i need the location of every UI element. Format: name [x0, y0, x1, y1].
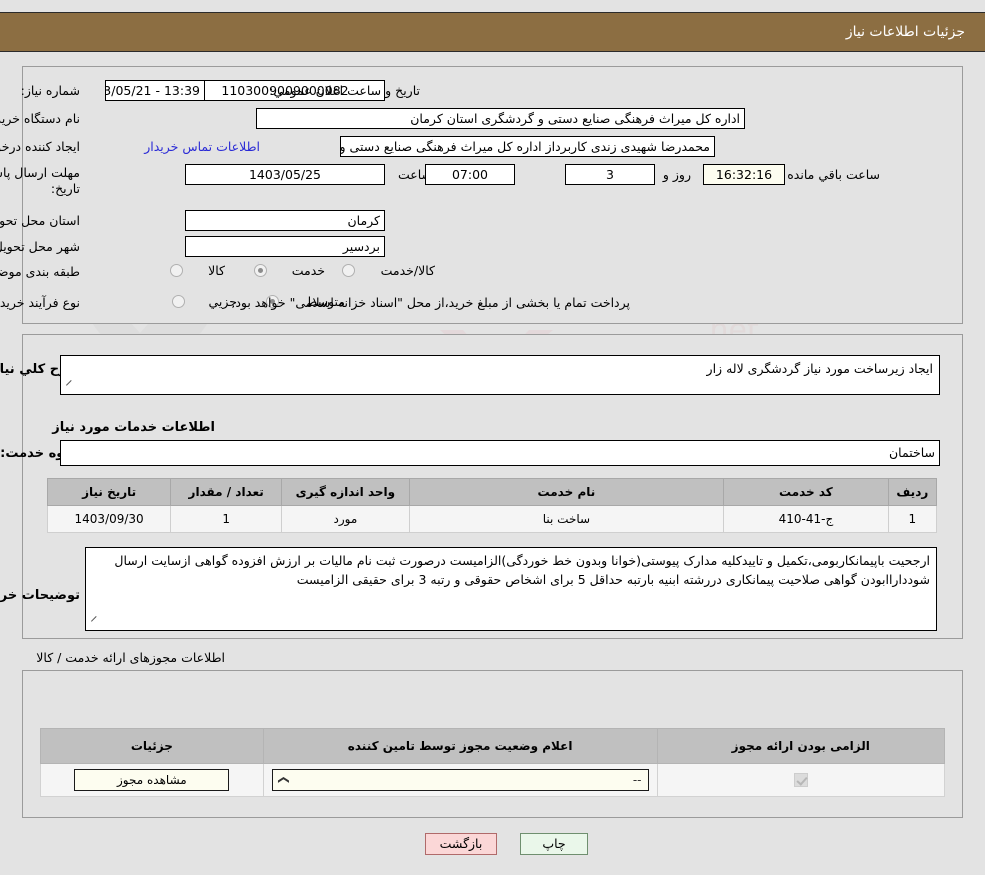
announcement-date-value: 13:39 - 1403/05/21: [105, 80, 205, 101]
td-unit: مورد: [281, 505, 410, 533]
radio-category-service-label: خدمت: [291, 263, 325, 278]
license-status-value: --: [632, 773, 642, 787]
td-status: ❯ --: [262, 763, 658, 797]
remaining-days-value: 3: [565, 164, 655, 185]
services-table-header-row: ردیف کد خدمت نام خدمت واحد اندازه گیری ت…: [46, 478, 938, 506]
th-status: اعلام وضعیت مجوز توسط تامین کننده: [262, 728, 658, 764]
th-unit: واحد اندازه گیری: [281, 478, 410, 506]
resize-grip-icon[interactable]: [89, 619, 99, 629]
subject-category-label: طبقه بندی موضوعی:: [0, 264, 80, 279]
th-required: الزامی بودن ارائه مجوز: [656, 728, 946, 764]
radio-category-goods[interactable]: [170, 264, 183, 277]
radio-category-service[interactable]: [254, 264, 267, 277]
requester-value: محمدرضا شهیدی زندی کاربرداز اداره کل میر…: [340, 136, 715, 157]
delivery-province-value: کرمان: [185, 210, 385, 231]
buyer-remarks-label: توضیحات خریدار:: [0, 588, 80, 603]
td-name: ساخت بنا: [408, 505, 725, 533]
delivery-city-value: بردسیر: [185, 236, 385, 257]
remaining-timer-value: 16:32:16: [703, 164, 785, 185]
td-row: 1: [887, 505, 938, 533]
th-details: جزئیات: [40, 728, 264, 764]
td-code: ج-41-410: [723, 505, 889, 533]
resize-grip-icon[interactable]: [64, 383, 74, 393]
days-label: روز و: [662, 167, 691, 182]
radio-category-goods-label: کالا: [208, 263, 225, 278]
summary-value: ایجاد زیرساخت مورد نیاز گردشگری لاله زار: [706, 361, 933, 376]
chevron-down-icon: ❯: [277, 775, 291, 785]
th-date: تاریخ نیاز: [46, 478, 172, 506]
buyer-organisation-value: اداره کل میراث فرهنگی صنایع دستی و گردشگ…: [256, 108, 745, 129]
licenses-table-header-row: الزامی بودن ارائه مجوز اعلام وضعیت مجوز …: [40, 728, 946, 764]
announcement-date-label: تاریخ و ساعت اعلان عمومي:: [269, 83, 420, 98]
remaining-hours-label: ساعت باقي مانده: [787, 167, 880, 182]
page-title: جزئیات اطلاعات نیاز: [845, 24, 965, 40]
licenses-heading: اطلاعات مجوزهای ارائه خدمت / کالا: [36, 650, 225, 665]
view-license-button[interactable]: مشاهده مجوز: [74, 769, 230, 791]
service-group-value: ساختمان: [60, 440, 940, 466]
buyer-contact-link[interactable]: اطلاعات تماس خریدار: [144, 139, 260, 154]
delivery-province-label: استان محل تحویل:: [0, 213, 80, 228]
td-qty: 1: [170, 505, 283, 533]
td-details: مشاهده مجوز: [40, 763, 264, 797]
summary-textarea[interactable]: ایجاد زیرساخت مورد نیاز گردشگری لاله زار: [60, 355, 940, 395]
services-table: ردیف کد خدمت نام خدمت واحد اندازه گیری ت…: [46, 478, 938, 533]
deadline-label-line2: تاریخ:: [50, 181, 80, 196]
purchase-process-label: نوع فرآیند خرید :: [0, 295, 80, 310]
table-row: 1 ج-41-410 ساخت بنا مورد 1 1403/09/30: [46, 505, 938, 533]
back-button[interactable]: بازگشت: [425, 833, 497, 855]
license-status-select[interactable]: ❯ --: [271, 769, 649, 791]
deadline-date-value: 1403/05/25: [185, 164, 385, 185]
buyer-remarks-textarea[interactable]: ارجحیت باپیمانکاربومی،تکمیل و تاییدکلیه …: [85, 547, 937, 631]
need-number-label: شماره نیاز:: [20, 83, 80, 98]
deadline-hour-value: 07:00: [425, 164, 515, 185]
licenses-table: الزامی بودن ارائه مجوز اعلام وضعیت مجوز …: [40, 728, 946, 797]
radio-category-goods-service[interactable]: [342, 264, 355, 277]
th-code: کد خدمت: [723, 478, 889, 506]
license-required-checkbox: [793, 773, 808, 788]
buyer-remarks-value: ارجحیت باپیمانکاربومی،تکمیل و تاییدکلیه …: [114, 553, 930, 587]
print-button[interactable]: چاپ: [520, 833, 588, 855]
th-name: نام خدمت: [408, 478, 725, 506]
deadline-label-line1: مهلت ارسال پاسخ: تا: [0, 165, 80, 180]
table-row: ❯ -- مشاهده مجوز: [40, 763, 946, 797]
delivery-city-label: شهر محل تحویل:: [0, 239, 80, 254]
need-info-panel: [22, 66, 963, 324]
radio-process-minor[interactable]: [172, 295, 185, 308]
td-required: [656, 763, 946, 797]
services-heading: اطلاعات خدمات مورد نیاز: [52, 420, 215, 435]
requester-label: ایجاد کننده درخواست:: [0, 139, 80, 154]
td-date: 1403/09/30: [46, 505, 172, 533]
buyer-organisation-label: نام دستگاه خریدار:: [0, 111, 80, 126]
radio-category-goods-service-label: کالا/خدمت: [380, 263, 435, 278]
th-qty: تعداد / مقدار: [170, 478, 283, 506]
th-row: ردیف: [887, 478, 938, 506]
payment-note: پرداخت تمام یا بخشی از مبلغ خرید،از محل …: [231, 295, 630, 310]
page-header-bar: جزئیات اطلاعات نیاز: [0, 12, 985, 52]
